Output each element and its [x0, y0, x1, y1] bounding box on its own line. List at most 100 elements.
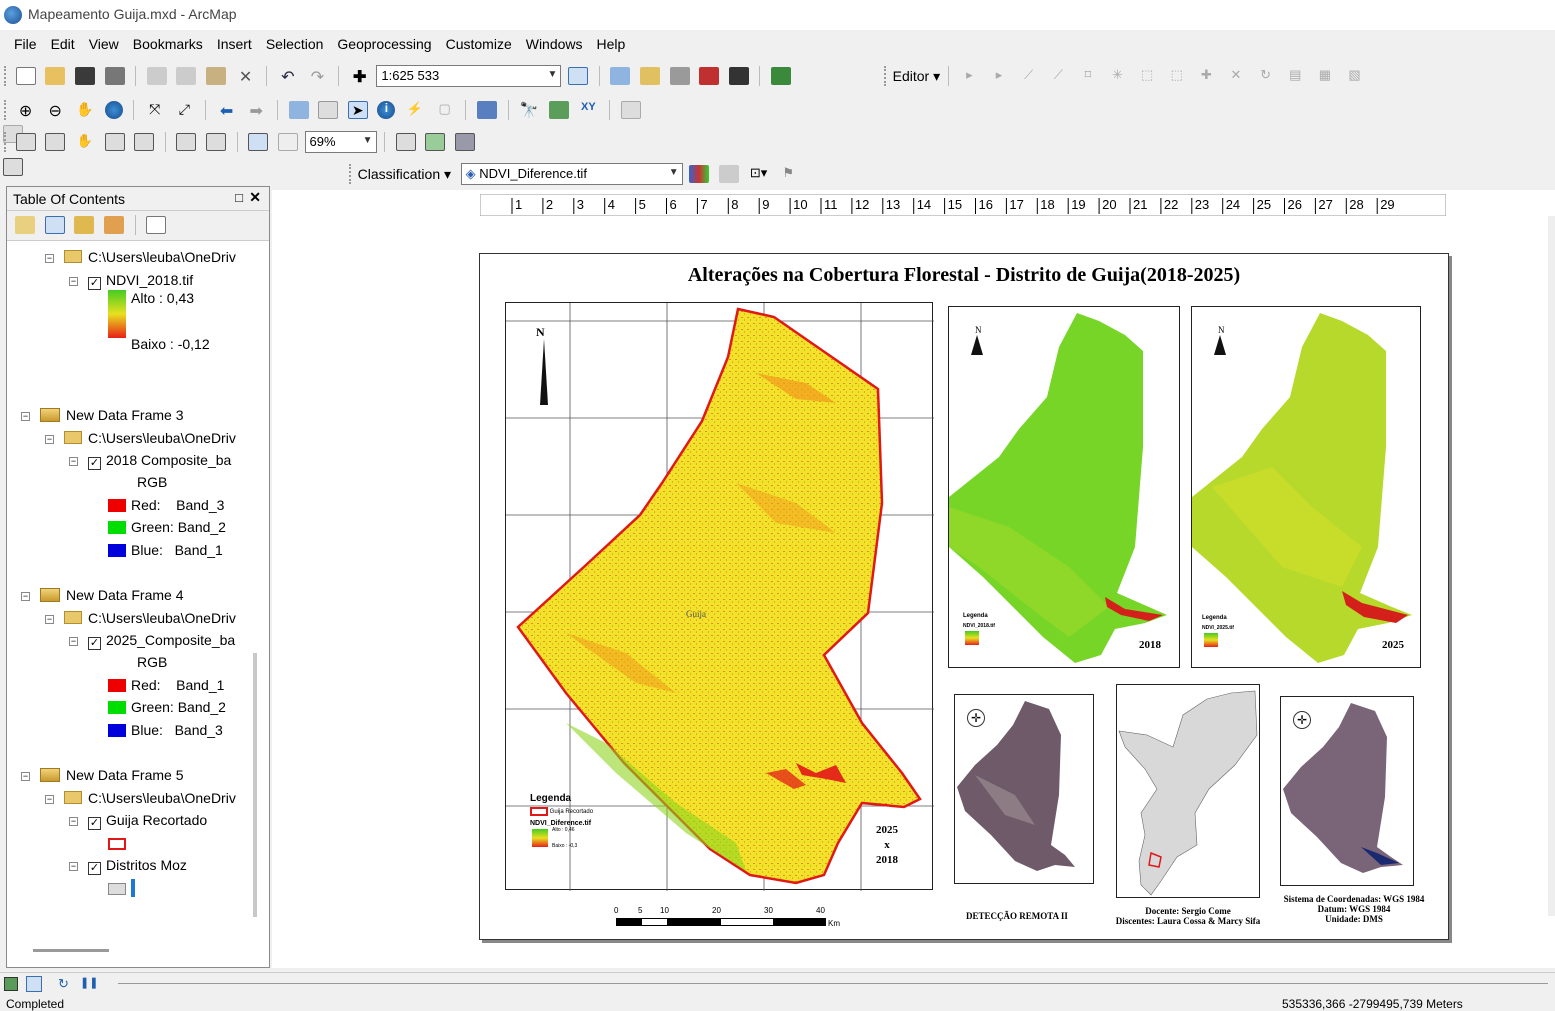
end-point-arc-icon[interactable]: ⟋: [1048, 67, 1068, 85]
split-icon[interactable]: ✚: [1196, 67, 1216, 85]
layout-pan-icon[interactable]: ✋: [75, 133, 95, 151]
forward-arrow-icon[interactable]: ➡: [246, 101, 266, 120]
north-arrow-icon[interactable]: [971, 335, 983, 355]
collapse-icon[interactable]: −: [45, 435, 54, 444]
toggle-draft-mode-icon[interactable]: [395, 133, 416, 151]
map-scale-combo[interactable]: 1:625 533 ▼: [376, 65, 562, 87]
composite-2018-data-frame[interactable]: ✛: [954, 694, 1094, 884]
mozambique-locator-frame[interactable]: [1116, 684, 1260, 898]
layer-visibility-checkbox[interactable]: ✓: [88, 457, 101, 470]
main-data-frame[interactable]: N Guija Legenda Guija Recortado NDVI_Dif…: [505, 302, 934, 891]
zoom-100-icon[interactable]: [134, 133, 155, 151]
scale-bar[interactable]: 0 5 10 20 30 40 Km: [614, 906, 840, 930]
select-features-icon[interactable]: [288, 101, 309, 119]
back-arrow-icon[interactable]: ⬅: [217, 101, 237, 120]
composite-2025-data-frame[interactable]: ✛: [1280, 696, 1414, 886]
collapse-icon[interactable]: −: [69, 862, 78, 871]
north-arrow-icon[interactable]: [540, 339, 548, 405]
delete-icon[interactable]: ✕: [236, 67, 256, 86]
collapse-icon[interactable]: −: [69, 637, 78, 646]
coordinate-system-block[interactable]: Sistema de Coordenadas: WGS 1984 Datum: …: [1274, 894, 1434, 924]
zoom-in-icon[interactable]: ⊕: [16, 101, 36, 120]
redo-icon[interactable]: ↷: [308, 67, 328, 86]
map-title[interactable]: Alterações na Cobertura Florestal - Dist…: [480, 264, 1448, 287]
attributes-icon[interactable]: ▤: [1285, 67, 1305, 85]
menu-help[interactable]: Help: [590, 32, 633, 56]
identify-icon[interactable]: i: [377, 101, 396, 119]
clear-selection-icon[interactable]: [318, 101, 339, 119]
menu-edit[interactable]: Edit: [44, 32, 82, 56]
cut-icon[interactable]: [146, 67, 167, 85]
find-icon[interactable]: 🔭: [519, 101, 539, 119]
course-label[interactable]: DETECÇÃO REMOTA II: [966, 911, 1068, 921]
toc-data-frame-4[interactable]: − New Data Frame 4: [21, 587, 183, 603]
go-to-xy-icon[interactable]: XY: [578, 101, 598, 119]
editor-toolbar-icon[interactable]: [568, 67, 588, 85]
edit-annotation-icon[interactable]: ▸: [989, 67, 1009, 85]
trace-icon[interactable]: ⌑: [1078, 67, 1098, 85]
refresh-icon[interactable]: ↻: [58, 976, 69, 992]
layout-zoom-in-icon[interactable]: [15, 133, 36, 151]
rotate-icon[interactable]: ↻: [1256, 67, 1276, 85]
zoom-out-icon[interactable]: ⊖: [45, 101, 65, 120]
guija-symbol-swatch[interactable]: [108, 838, 126, 850]
editor-menu-button[interactable]: Editor ▾: [893, 68, 941, 85]
select-elements-icon[interactable]: ➤: [347, 101, 368, 119]
toc-layer-2025-composite[interactable]: − ✓ 2025_Composite_ba: [69, 632, 235, 650]
main-map-legend[interactable]: Legenda Guija Recortado NDVI_Diference.t…: [530, 793, 650, 873]
go-forward-extent-icon[interactable]: [277, 133, 298, 151]
layout-view-icon[interactable]: [26, 976, 42, 992]
list-by-selection-icon[interactable]: [103, 216, 124, 234]
layer-visibility-checkbox[interactable]: ✓: [88, 862, 101, 875]
pan-icon[interactable]: ✋: [75, 101, 95, 119]
list-by-visibility-icon[interactable]: [74, 216, 95, 234]
open-folder-icon[interactable]: [45, 67, 66, 85]
collapse-icon[interactable]: −: [69, 457, 78, 466]
collapse-icon[interactable]: −: [69, 817, 78, 826]
data-driven-pages-icon[interactable]: [3, 158, 23, 176]
collapse-icon[interactable]: −: [21, 772, 30, 781]
training-sample-manager-icon[interactable]: [689, 165, 710, 183]
change-layout-icon[interactable]: [455, 133, 475, 151]
cut-polygons-icon[interactable]: ✕: [1226, 67, 1246, 85]
menu-customize[interactable]: Customize: [439, 32, 519, 56]
arctoolbox-icon[interactable]: [699, 67, 720, 85]
toc-layer-distritos[interactable]: − ✓ Distritos Moz: [69, 857, 187, 875]
toc-folder-row[interactable]: − C:\Users\leuba\OneDriv: [45, 790, 236, 806]
toc-scrollbar[interactable]: [253, 653, 257, 917]
paste-icon[interactable]: [206, 67, 226, 85]
north-arrow-icon[interactable]: [1214, 335, 1226, 355]
classification-layer-combo[interactable]: ◈ NDVI_Diference.tif ▼: [460, 163, 683, 185]
toc-layer-guija[interactable]: − ✓ Guija Recortado: [69, 812, 207, 830]
fixed-zoom-in-layout-icon[interactable]: [176, 133, 197, 151]
focus-data-frame-icon[interactable]: [425, 133, 446, 151]
menu-selection[interactable]: Selection: [259, 32, 331, 56]
menu-file[interactable]: File: [7, 32, 44, 56]
collapse-icon[interactable]: −: [45, 254, 54, 263]
point-icon[interactable]: ✳: [1108, 67, 1128, 85]
sketch-properties-icon[interactable]: ▦: [1315, 67, 1335, 85]
menu-geoprocessing[interactable]: Geoprocessing: [330, 32, 438, 56]
zoom-whole-page-icon[interactable]: [104, 133, 125, 151]
menu-bookmarks[interactable]: Bookmarks: [126, 32, 210, 56]
draw-polygon-icon[interactable]: [718, 165, 739, 183]
layout-zoom-combo[interactable]: 69% ▼: [304, 131, 377, 153]
toc-layer-ndvi2018[interactable]: − ✓ NDVI_2018.tif: [69, 272, 193, 290]
toc-folder-row[interactable]: − C:\Users\leuba\OneDriv: [45, 249, 236, 265]
collapse-icon[interactable]: −: [45, 795, 54, 804]
find-route-icon[interactable]: [548, 101, 569, 119]
list-by-source-icon[interactable]: [44, 216, 65, 234]
collapse-icon[interactable]: −: [21, 592, 30, 601]
go-back-extent-icon[interactable]: [248, 133, 269, 151]
distritos-symbol-swatch[interactable]: [108, 883, 126, 895]
maximize-icon[interactable]: □: [235, 190, 243, 205]
pause-drawing-icon[interactable]: ❚❚: [80, 976, 98, 989]
layer-visibility-checkbox[interactable]: ✓: [88, 637, 101, 650]
python-window-icon[interactable]: [728, 67, 749, 85]
toc-folder-row[interactable]: − C:\Users\leuba\OneDriv: [45, 430, 236, 446]
fixed-zoom-out-icon[interactable]: ⤢: [174, 101, 194, 119]
data-view-icon[interactable]: [4, 977, 18, 991]
menu-insert[interactable]: Insert: [210, 32, 259, 56]
authors-block[interactable]: Docente: Sergio Come Discentes: Laura Co…: [1106, 906, 1270, 926]
edit-vertices-icon[interactable]: ⬚: [1137, 67, 1157, 85]
